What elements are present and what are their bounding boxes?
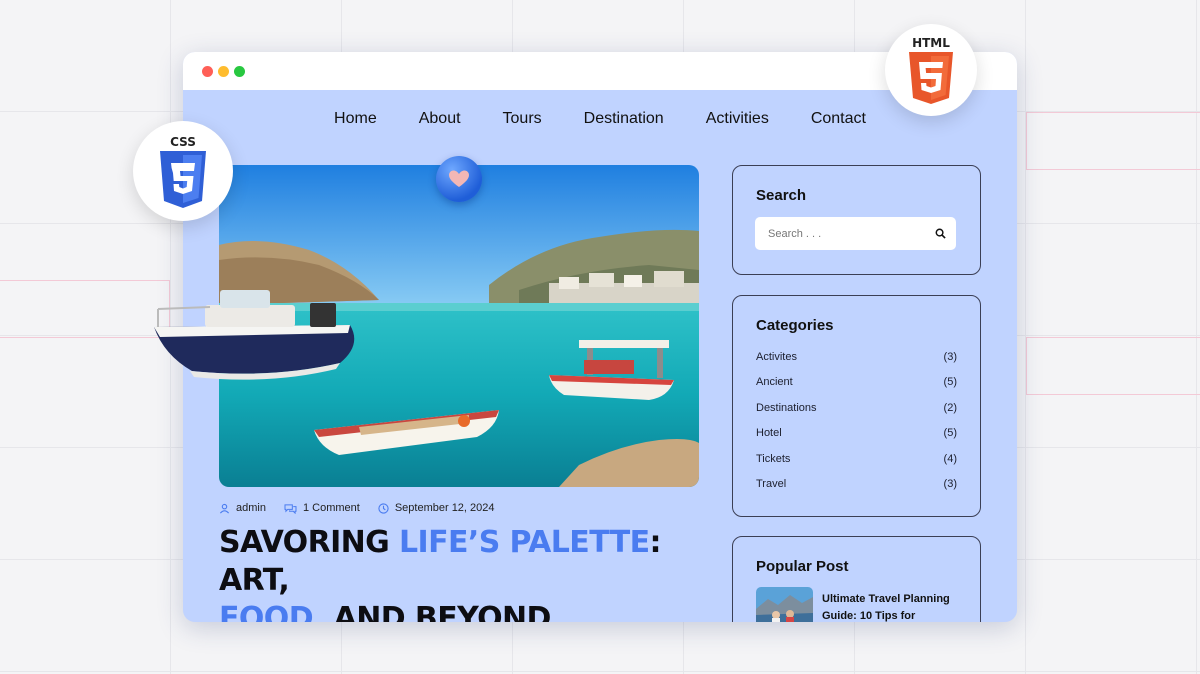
post-date: September 12, 2024 xyxy=(378,502,495,514)
category-item[interactable]: Activites (3) xyxy=(756,351,957,376)
post-title[interactable]: SAVORING LIFE’S PALETTE: ART, FOOD, AND B… xyxy=(219,524,719,622)
category-name: Tickets xyxy=(756,452,791,465)
category-count: (3) xyxy=(943,351,957,363)
search-box xyxy=(755,217,956,250)
category-count: (5) xyxy=(943,376,957,389)
category-count: (2) xyxy=(943,401,957,414)
nav-home[interactable]: Home xyxy=(334,110,377,128)
bg-deco-line xyxy=(1026,112,1200,170)
nav-about[interactable]: About xyxy=(419,110,461,128)
category-name: Ancient xyxy=(756,376,793,389)
bg-deco-line xyxy=(1026,337,1200,395)
css3-label: CSS xyxy=(170,135,196,149)
author-name: admin xyxy=(236,502,266,514)
comment-icon xyxy=(284,503,297,514)
comment-count: 1 Comment xyxy=(302,502,360,514)
title-part: SAVORING xyxy=(219,525,400,560)
html5-label: HTML xyxy=(912,36,950,50)
category-name: Activites xyxy=(756,351,797,363)
popular-post-widget: Popular Post Ultimate Travel Planning Gu… xyxy=(732,536,981,622)
html5-logo-icon xyxy=(909,52,953,104)
user-icon xyxy=(219,503,230,513)
post-comments[interactable]: 1 Comment xyxy=(284,502,360,514)
popular-post-title[interactable]: Ultimate Travel Planning Guide: 10 Tips … xyxy=(822,591,962,622)
category-list: Activites (3) Ancient (5) Destinations (2) … xyxy=(756,351,957,503)
travel-photo-thumbnail xyxy=(756,587,813,622)
window-minimize-button[interactable] xyxy=(218,66,229,77)
nav-tours[interactable]: Tours xyxy=(503,110,542,128)
bg-deco-line xyxy=(0,280,170,338)
category-name: Destinations xyxy=(756,401,817,414)
favorite-button[interactable] xyxy=(436,156,482,202)
window-maximize-button[interactable] xyxy=(234,66,245,77)
title-part: , AND BEYOND xyxy=(313,601,551,622)
categories-widget: Categories Activites (3) Ancient (5) Desti… xyxy=(732,295,981,517)
category-item[interactable]: Tickets (4) xyxy=(756,453,957,478)
search-widget-title: Search xyxy=(756,187,807,204)
date-text: September 12, 2024 xyxy=(394,502,495,514)
category-count: (4) xyxy=(943,452,957,465)
heart-icon xyxy=(449,170,469,187)
nav-contact[interactable]: Contact xyxy=(811,110,866,128)
post-author[interactable]: admin xyxy=(219,502,266,514)
title-highlight: LIFE’S PALETTE xyxy=(399,525,650,560)
category-item[interactable]: Hotel (5) xyxy=(756,427,957,452)
title-highlight: FOOD xyxy=(219,601,314,622)
html5-badge: HTML xyxy=(885,24,977,116)
category-name: Travel xyxy=(756,477,787,490)
popular-post-thumbnail[interactable] xyxy=(756,587,813,622)
css3-badge: CSS xyxy=(133,121,233,221)
category-item[interactable]: Travel (3) xyxy=(756,478,957,503)
search-input[interactable] xyxy=(768,227,918,240)
css3-logo-icon xyxy=(160,151,206,208)
popular-post-widget-title: Popular Post xyxy=(756,558,849,575)
window-close-button[interactable] xyxy=(202,66,213,77)
clock-icon xyxy=(378,502,389,514)
category-item[interactable]: Ancient (5) xyxy=(756,376,957,401)
search-icon[interactable] xyxy=(935,228,946,239)
categories-widget-title: Categories xyxy=(756,317,834,334)
category-name: Hotel xyxy=(756,427,782,440)
main-navigation: Home About Tours Destination Activities … xyxy=(183,110,1017,128)
category-item[interactable]: Destinations (2) xyxy=(756,402,957,427)
search-widget: Search xyxy=(732,165,981,275)
nav-destination[interactable]: Destination xyxy=(584,110,664,128)
motorboat-illustration xyxy=(154,290,355,380)
category-count: (3) xyxy=(943,477,957,490)
nav-activities[interactable]: Activities xyxy=(706,110,769,128)
post-meta: admin 1 Comment September 12, 2024 xyxy=(219,502,513,514)
category-count: (5) xyxy=(943,427,957,440)
